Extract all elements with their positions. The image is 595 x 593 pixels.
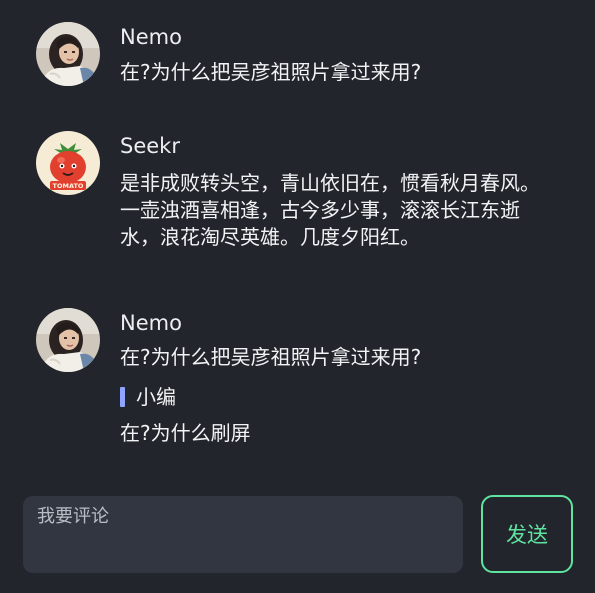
user-photo-avatar-icon [36,308,100,372]
send-button[interactable]: 发送 [481,495,573,573]
chat-screen: Nemo 在?为什么把吴彦祖照片拿过来用? TOMATO Seekr 是非成败转… [0,0,595,593]
user-avatar-nemo[interactable] [36,22,100,86]
chat-message: TOMATO Seekr 是非成败转头空，青山依旧在，惯看秋月春风。 一壶浊酒喜… [36,131,576,261]
chat-message: Nemo 在?为什么把吴彦祖照片拿过来用? 小编 在?为什么刷屏 [36,308,576,458]
message-text: 在?为什么把吴彦祖照片拿过来用? [120,345,422,369]
message-text-line: 是非成败转头空，青山依旧在，惯看秋月春风。 [120,171,540,195]
message-username: Seekr [120,134,180,158]
message-username: Nemo [120,25,182,49]
message-text: 在?为什么把吴彦祖照片拿过来用? [120,60,422,84]
comment-input[interactable] [23,496,463,573]
tomato-avatar-icon: TOMATO [36,131,100,195]
user-photo-avatar-icon [36,22,100,86]
user-avatar-nemo[interactable] [36,308,100,372]
quote-author: 小编 [136,385,176,409]
quote-text: 在?为什么刷屏 [120,421,251,445]
message-username: Nemo [120,311,182,335]
message-text-line: 一壶浊酒喜相逢，古今多少事，滚滚长江东逝 [120,198,520,222]
svg-text:TOMATO: TOMATO [53,182,84,190]
comment-input-box [23,496,463,573]
message-text-line: 水，浪花淘尽英雄。几度夕阳红。 [120,225,420,249]
reply-quote: 小编 [120,383,176,411]
quote-bar [120,387,125,407]
chat-message: Nemo 在?为什么把吴彦祖照片拿过来用? [36,22,576,92]
user-avatar-seekr[interactable]: TOMATO [36,131,100,195]
